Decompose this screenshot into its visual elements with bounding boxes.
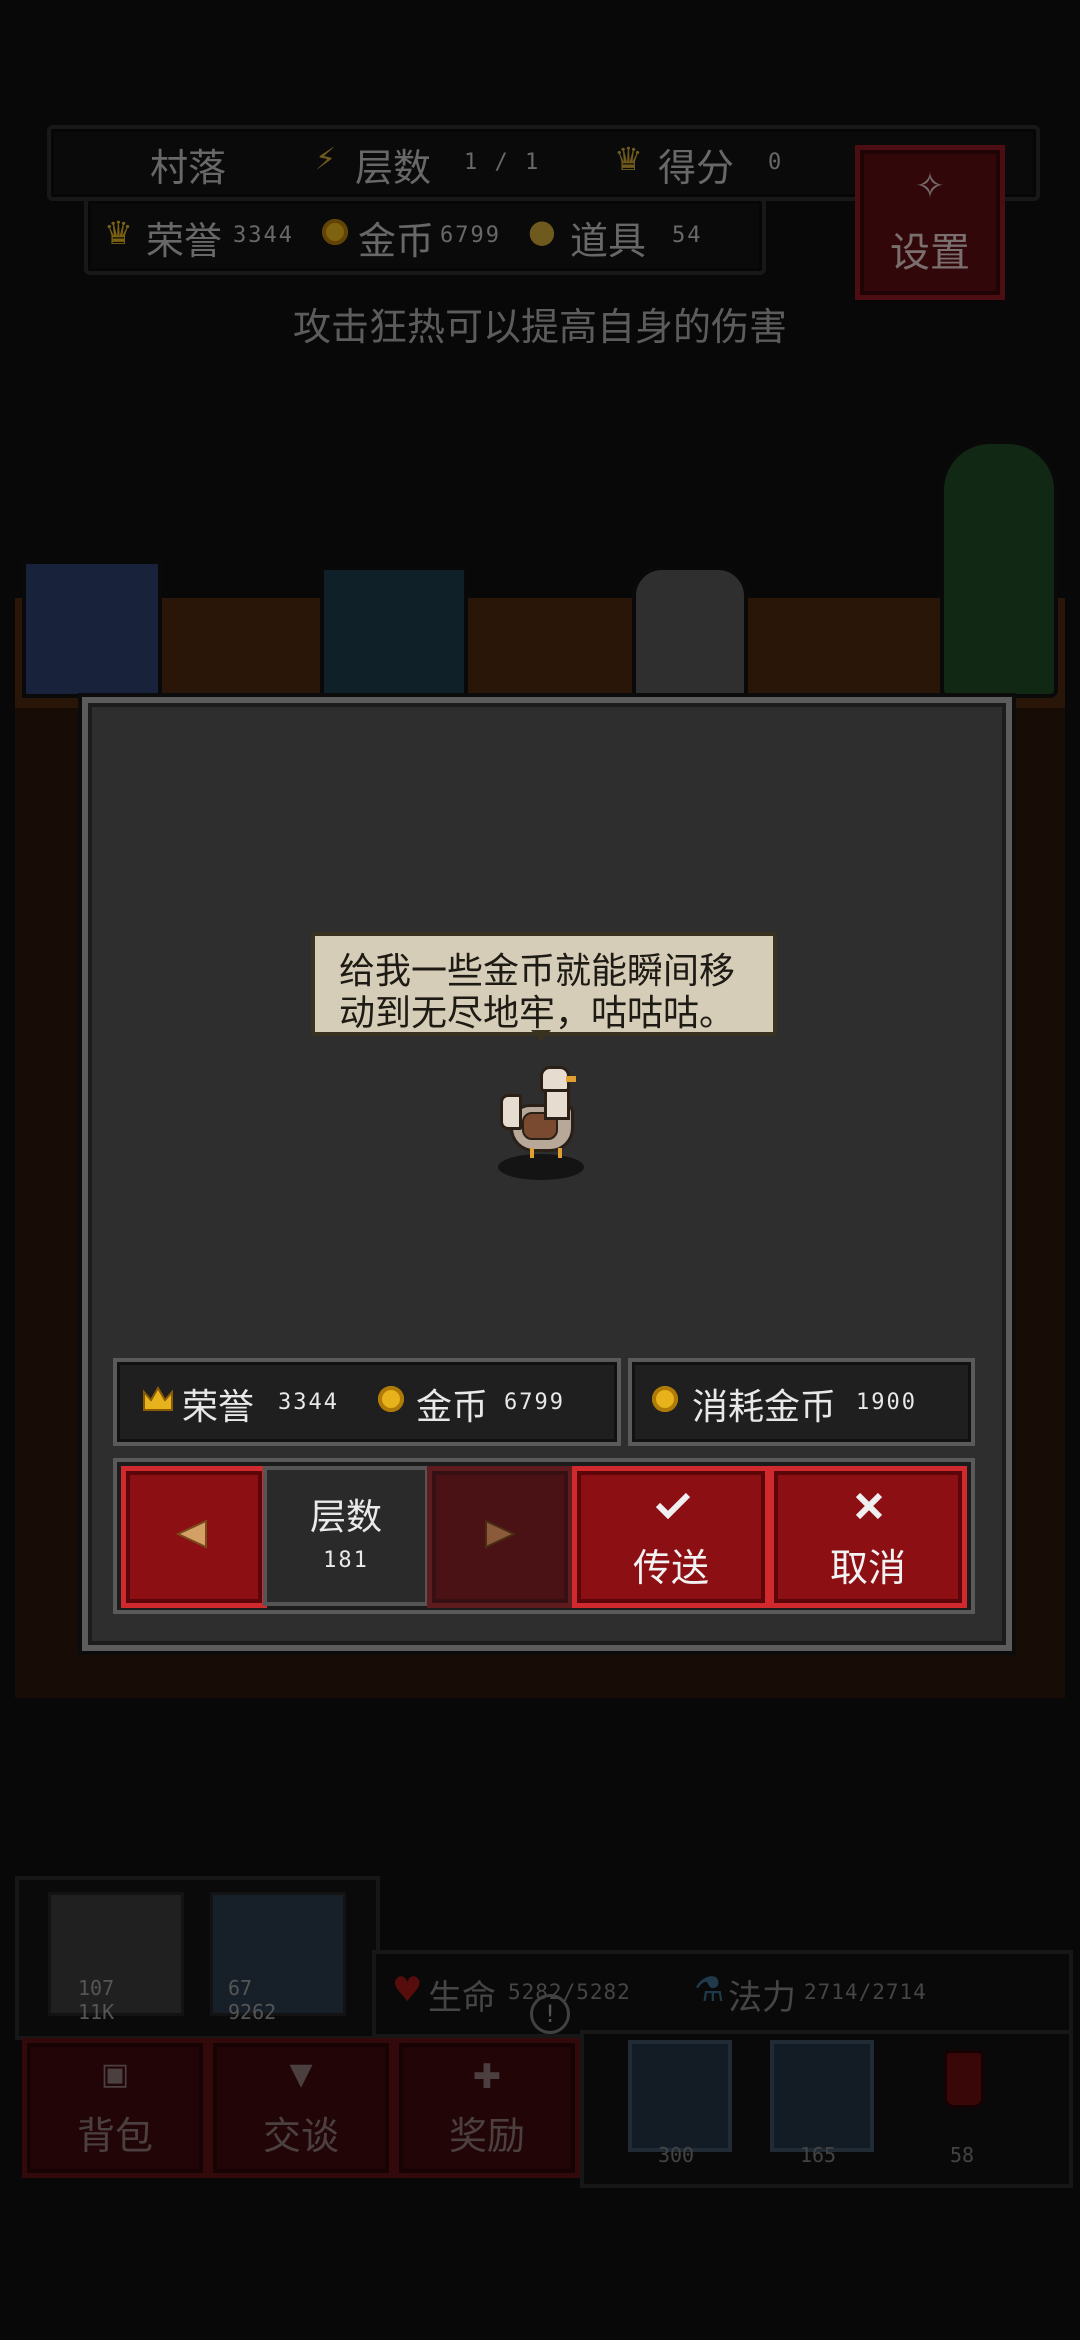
crown-icon: ♛ (104, 214, 133, 252)
bag-label: 背包 (76, 2114, 153, 2158)
hero1-sprite[interactable] (48, 1892, 184, 2016)
teleport-label: 传送 (632, 1546, 709, 1590)
items-value: 54 (672, 223, 703, 248)
chicken-tail (500, 1094, 522, 1130)
teleport-button[interactable]: 传送 (572, 1466, 770, 1608)
wrench-icon: ✧ (914, 166, 946, 207)
floor-selector: 层数 181 (263, 1466, 429, 1606)
arrow-right-icon (485, 1519, 516, 1549)
hero1-attack: 107 (78, 1976, 115, 2000)
hero2-attack: 67 (228, 1976, 253, 2000)
location-label: 村落 (150, 146, 227, 190)
mp-value: 2714/2714 (804, 1980, 927, 2004)
hero1-hp: 11K (78, 2000, 115, 2024)
gold-label: 金币 (416, 1387, 489, 1428)
floor-label: 层数 (309, 1497, 382, 1538)
portal-building (320, 566, 468, 698)
settings-label: 设置 (890, 230, 970, 276)
hp-value: 5282/5282 (508, 1980, 631, 2004)
hp-label: 生命 (428, 1978, 496, 2018)
talk-label: 交谈 (262, 2114, 339, 2158)
reward-alert-badge: ! (530, 1994, 570, 2034)
floor-label: 层数 (355, 146, 432, 190)
skill2-cost: 165 (799, 2143, 837, 2167)
floor-decrease-button[interactable] (121, 1466, 267, 1608)
cancel-label: 取消 (829, 1546, 906, 1590)
npc-speech-bubble: 给我一些金币就能瞬间移 动到无尽地牢，咕咕咕。 (311, 932, 777, 1036)
skill2-icon[interactable] (770, 2040, 874, 2152)
honor-value: 3344 (278, 1390, 339, 1415)
honor-label: 荣誉 (182, 1387, 255, 1428)
chest-icon: ▣ (100, 2057, 130, 2092)
settings-button[interactable]: ✧ 设置 (855, 145, 1005, 300)
chicken-beak (566, 1076, 576, 1082)
items-label: 道具 (570, 219, 647, 263)
gold-label: 金币 (358, 219, 435, 263)
honor-label: 荣誉 (146, 219, 223, 263)
checkmark-icon (655, 1492, 691, 1519)
speech-tail (531, 1030, 551, 1042)
mana-icon: ⚗ (694, 1970, 725, 2010)
skill1-cost: 300 (657, 2143, 695, 2167)
talk-button[interactable]: ▼ 交谈 (208, 2038, 394, 2178)
floor-value: 1 / 1 (464, 150, 541, 175)
cost-coin-icon (652, 1386, 678, 1412)
reward-button[interactable]: ✚ 奖励 (394, 2038, 580, 2178)
speech-icon: ▼ (289, 2057, 313, 2092)
honor-value: 3344 (233, 223, 294, 248)
plus-icon: ✚ (472, 2057, 502, 2097)
bag-icon: ● (528, 212, 556, 250)
cost-value: 1900 (856, 1390, 917, 1415)
skill1-icon[interactable] (628, 2040, 732, 2152)
arrow-left-icon (176, 1519, 207, 1549)
knight-statue (632, 566, 748, 698)
mp-label: 法力 (728, 1978, 796, 2018)
gold-value: 6799 (440, 223, 501, 248)
gold-coin-icon (378, 1386, 404, 1412)
gold-coin-icon (322, 219, 348, 245)
potion-count: 58 (949, 2143, 975, 2167)
bag-button[interactable]: ▣ 背包 (22, 2038, 208, 2178)
reward-label: 奖励 (448, 2114, 525, 2158)
heart-icon: ♥ (392, 1970, 423, 2010)
score-label: 得分 (658, 146, 735, 190)
score-value: 0 (768, 150, 784, 175)
cost-label: 消耗金币 (692, 1387, 837, 1428)
tree-sprite (940, 440, 1058, 698)
floor-increase-button[interactable] (427, 1466, 573, 1608)
hint-text: 攻击狂热可以提高自身的伤害 (292, 305, 787, 349)
chicken-legs (530, 1148, 562, 1158)
trophy-icon: ♛ (614, 140, 643, 178)
speech-line-2: 动到无尽地牢，咕咕咕。 (339, 993, 736, 1034)
hero2-hp: 9262 (228, 2000, 277, 2024)
floor-value: 181 (323, 1548, 369, 1573)
cancel-button[interactable]: 取消 (769, 1466, 967, 1608)
church-building (22, 560, 162, 698)
crown-icon (143, 1386, 173, 1411)
floor-icon: ⚡ (315, 142, 337, 177)
gold-value: 6799 (504, 1390, 565, 1415)
potion-icon[interactable] (944, 2050, 984, 2108)
close-icon (855, 1492, 883, 1520)
map-floor (15, 598, 1065, 708)
